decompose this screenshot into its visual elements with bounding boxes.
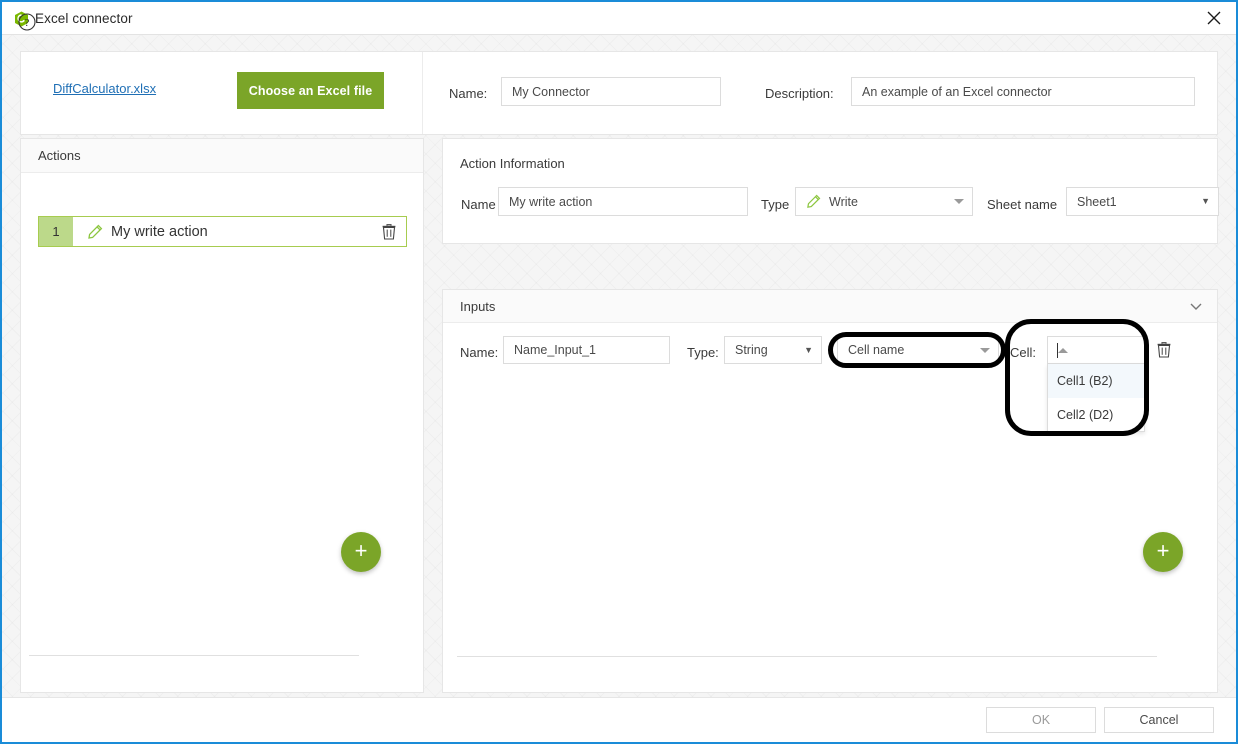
input-type-value: String [735,343,768,357]
connector-header-card: DiffCalculator.xlsx Choose an Excel file… [20,51,1218,135]
add-action-button[interactable]: + [341,532,381,572]
svg-text:?: ? [25,17,30,29]
excel-file-link[interactable]: DiffCalculator.xlsx [53,81,156,96]
action-list-item[interactable]: 1 My write action [38,216,407,247]
inputs-panel-title: Inputs [460,299,496,314]
action-item-label: My write action [111,223,208,240]
action-type-label: Type [761,197,790,212]
input-name-label: Name: [460,345,499,360]
chevron-up-icon[interactable] [1058,347,1068,353]
input-cell-mode-select[interactable]: Cell name [837,336,999,364]
chevron-down-icon [980,347,990,353]
action-information-card: Action Information Name My write action … [442,138,1219,244]
chevron-down-icon[interactable] [1188,298,1204,314]
pencil-icon [806,194,821,209]
connector-name-label: Name: [449,86,488,101]
chevron-down-icon: ▼ [1201,196,1210,206]
action-index-badge: 1 [39,217,73,246]
input-cell-label: Cell: [1010,345,1037,360]
sheet-name-value: Sheet1 [1077,194,1117,209]
close-icon [1207,11,1221,25]
dropdown-option-cell2[interactable]: Cell2 (D2) [1048,398,1144,432]
header-divider [422,52,423,134]
action-type-value: Write [829,194,858,209]
plus-icon: + [354,538,368,563]
excel-connector-dialog: Excel connector DiffCalculator.xlsx Choo… [0,0,1238,744]
inputs-panel-header: Inputs [443,290,1217,323]
actions-panel-header: Actions [21,139,423,173]
action-information-title: Action Information [460,156,565,171]
choose-excel-file-button[interactable]: Choose an Excel file [237,72,384,109]
input-type-select[interactable]: String ▼ [724,336,822,364]
action-name-input[interactable]: My write action [498,187,748,216]
add-input-button[interactable]: + [1143,532,1183,572]
input-type-label: Type: [687,345,719,360]
connector-description-label: Description: [765,86,834,101]
action-type-select[interactable]: Write [795,187,973,216]
chevron-down-icon: ▼ [804,344,813,355]
plus-icon: + [1156,538,1170,563]
actions-panel: Actions 1 My write action [20,138,424,693]
actions-panel-divider [29,655,359,656]
chevron-down-icon [954,199,964,204]
window-title: Excel connector [35,11,133,26]
input-cell-mode-value: Cell name [848,343,905,357]
action-name-label: Name [461,197,496,212]
cancel-button[interactable]: Cancel [1104,707,1214,733]
connector-description-input[interactable]: An example of an Excel connector [851,77,1195,106]
pencil-icon [87,224,103,240]
ok-button[interactable]: OK [986,707,1096,733]
connector-name-input[interactable]: My Connector [501,77,721,106]
input-cell-dropdown-list[interactable]: Cell1 (B2) Cell2 (D2) [1047,364,1145,432]
title-bar: Excel connector [2,2,1236,35]
sheet-name-label: Sheet name [987,197,1058,212]
sheet-name-select[interactable]: Sheet1 ▼ [1066,187,1219,216]
input-name-field[interactable]: Name_Input_1 [503,336,670,364]
actions-panel-title: Actions [38,148,81,163]
help-icon[interactable]: ? [18,13,36,31]
delete-input-icon[interactable] [1157,342,1171,358]
trash-icon[interactable] [382,224,396,240]
inputs-panel: Inputs Name: Name_Input_1 Type: String ▼… [442,289,1218,693]
input-cell-combobox[interactable] [1047,336,1145,364]
dialog-body: DiffCalculator.xlsx Choose an Excel file… [2,35,1236,742]
dropdown-option-cell1[interactable]: Cell1 (B2) [1048,364,1144,398]
close-button[interactable] [1192,2,1236,34]
inputs-panel-divider [457,656,1157,657]
